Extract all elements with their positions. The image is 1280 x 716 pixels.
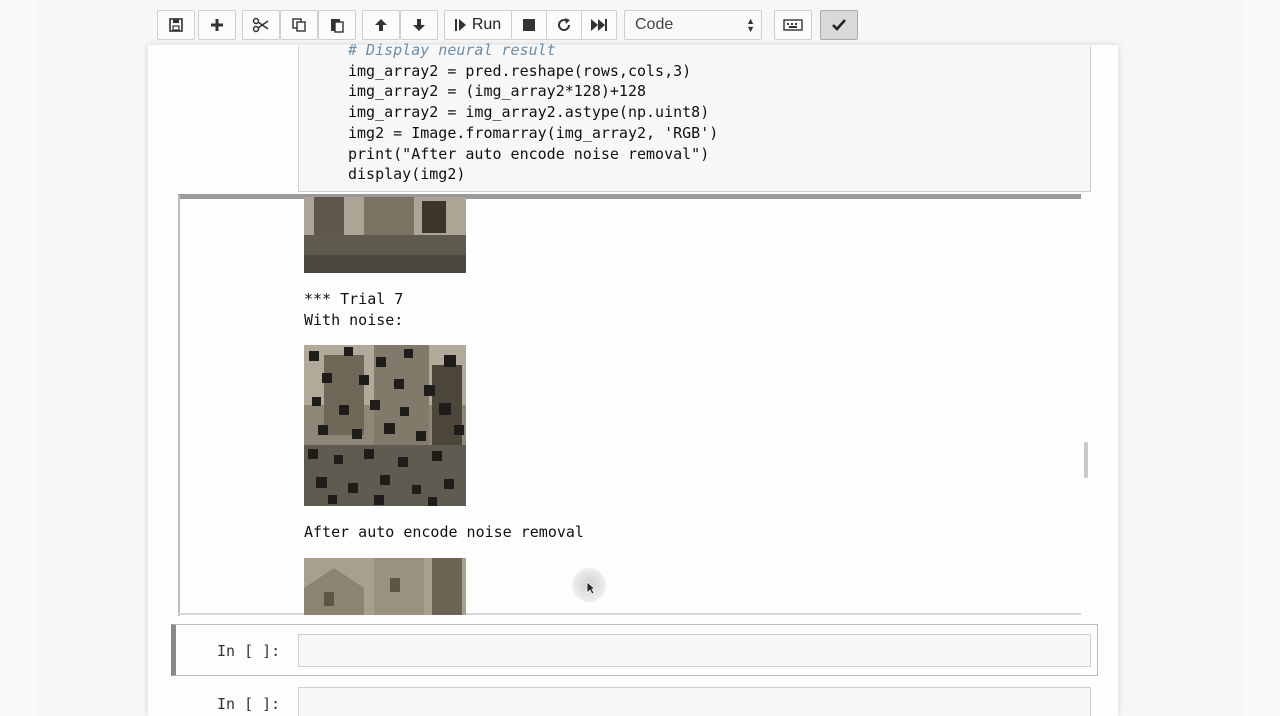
- cell-prompt: In [ ]:: [217, 695, 281, 713]
- move-down-button[interactable]: [400, 10, 438, 40]
- save-button[interactable]: [157, 10, 195, 40]
- run-label: Run: [471, 16, 502, 33]
- cut-button[interactable]: [242, 10, 280, 40]
- stop-icon: [522, 18, 536, 32]
- code-line: img_array2 = img_array2.astype(np.uint8): [348, 103, 710, 121]
- output-scroll-handle[interactable]: [1084, 442, 1088, 478]
- run-button[interactable]: Run: [444, 10, 512, 40]
- after-removal-label: After auto encode noise removal: [304, 523, 584, 541]
- restart-icon: [556, 17, 572, 33]
- output-image-previous: [304, 197, 466, 273]
- command-palette-button[interactable]: [774, 10, 812, 40]
- fast-forward-icon: [590, 18, 608, 32]
- cut-icon: [252, 17, 270, 33]
- cell-prompt: In [ ]:: [217, 642, 281, 660]
- with-noise-label: With noise:: [304, 311, 404, 329]
- cell-input[interactable]: [298, 687, 1091, 716]
- keyboard-icon: [783, 18, 803, 32]
- run-icon: [454, 18, 467, 32]
- paste-button[interactable]: [318, 10, 356, 40]
- cell-input[interactable]: [298, 634, 1091, 667]
- select-arrows-icon: ▲ ▼: [746, 16, 755, 34]
- left-margin: [0, 0, 37, 716]
- trial-label: *** Trial 7: [304, 290, 404, 308]
- restart-run-all-button[interactable]: [581, 10, 617, 40]
- paste-icon: [329, 17, 345, 33]
- cell-type-value: Code: [635, 16, 674, 33]
- copy-icon: [291, 17, 307, 33]
- toggle-check-button[interactable]: [820, 10, 858, 40]
- interrupt-button[interactable]: [511, 10, 547, 40]
- insert-cell-button[interactable]: [198, 10, 236, 40]
- denoised-image: [304, 558, 466, 615]
- right-margin: [1243, 0, 1280, 716]
- noisy-image: [304, 345, 466, 506]
- notebook-toolbar: Run Code ▲ ▼: [0, 0, 1280, 46]
- arrow-up-icon: [373, 17, 389, 33]
- check-icon: [831, 18, 847, 32]
- move-up-button[interactable]: [362, 10, 400, 40]
- code-line: img_array2 = (img_array2*128)+128: [348, 82, 647, 100]
- arrow-down-icon: [411, 17, 427, 33]
- code-line: img2 = Image.fromarray(img_array2, 'RGB'…: [348, 124, 719, 142]
- restart-button[interactable]: [546, 10, 582, 40]
- save-icon: [168, 17, 184, 33]
- mouse-pointer-icon: [586, 581, 596, 595]
- code-line-comment: # Display neural result: [348, 41, 556, 59]
- code-line: display(img2): [348, 165, 466, 183]
- plus-icon: [209, 17, 225, 33]
- code-line: img_array2 = pred.reshape(rows,cols,3): [348, 62, 692, 80]
- cell-type-select[interactable]: Code ▲ ▼: [624, 10, 762, 40]
- code-line: print("After auto encode noise removal"): [348, 145, 710, 163]
- copy-button[interactable]: [280, 10, 318, 40]
